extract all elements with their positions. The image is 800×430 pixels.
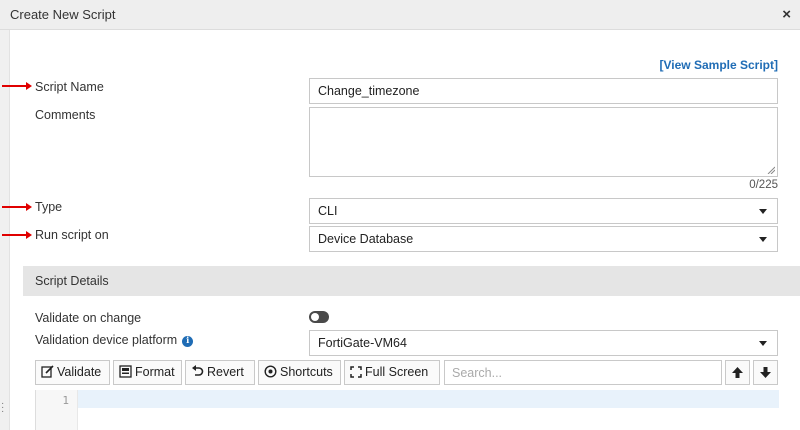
comments-char-counter: 0/225 <box>749 179 778 191</box>
toggle-knob <box>311 313 319 321</box>
dialog-title: Create New Script <box>10 7 116 22</box>
undo-icon <box>192 365 204 376</box>
validation-platform-label: Validation device platform <box>35 333 178 347</box>
script-name-label: Script Name <box>35 80 104 94</box>
shortcuts-button[interactable]: Shortcuts <box>258 360 341 385</box>
close-icon[interactable]: × <box>782 6 791 23</box>
info-icon[interactable]: i <box>182 336 194 347</box>
shortcuts-button-label: Shortcuts <box>280 365 333 379</box>
validate-on-change-label: Validate on change <box>35 311 142 325</box>
search-next-button[interactable] <box>753 360 778 385</box>
validate-button[interactable]: Validate <box>35 360 110 385</box>
view-sample-script-link[interactable]: [View Sample Script] <box>660 58 778 72</box>
fullscreen-icon <box>350 366 362 378</box>
resize-gutter: · · · <box>0 30 10 430</box>
run-script-on-select[interactable]: Device Database <box>309 226 778 252</box>
shortcuts-icon <box>264 365 277 378</box>
run-script-on-selected-value: Device Database <box>318 232 414 246</box>
red-arrow-icon <box>2 231 32 239</box>
line-number-gutter: 1 <box>36 390 78 430</box>
type-select[interactable]: CLI <box>309 198 778 224</box>
type-selected-value: CLI <box>318 204 338 218</box>
run-script-on-label: Run script on <box>35 228 109 242</box>
chevron-down-icon <box>759 209 767 214</box>
validate-button-label: Validate <box>57 365 102 379</box>
validation-platform-selected-value: FortiGate-VM64 <box>318 336 407 350</box>
revert-button[interactable]: Revert <box>185 360 255 385</box>
red-arrow-icon <box>2 82 32 90</box>
red-arrow-icon <box>2 203 32 211</box>
format-button-label: Format <box>135 365 175 379</box>
full-screen-button[interactable]: Full Screen <box>344 360 440 385</box>
chevron-down-icon <box>759 237 767 242</box>
script-editor[interactable]: 1 <box>35 390 779 430</box>
chevron-down-icon <box>759 341 767 346</box>
edit-check-icon <box>41 365 54 378</box>
validate-on-change-toggle[interactable] <box>309 311 329 323</box>
validation-platform-label-wrap: Validation device platform i <box>35 333 194 347</box>
full-screen-button-label: Full Screen <box>365 365 429 379</box>
format-icon <box>119 365 132 378</box>
validation-platform-select[interactable]: FortiGate-VM64 <box>309 330 778 356</box>
resize-handle-icon[interactable] <box>767 166 775 174</box>
script-details-header: Script Details <box>23 266 800 296</box>
dialog-titlebar: Create New Script × <box>0 0 800 30</box>
revert-button-label: Revert <box>207 365 244 379</box>
comments-label: Comments <box>35 108 96 122</box>
arrow-down-icon <box>760 367 771 378</box>
type-label: Type <box>35 200 63 214</box>
active-line[interactable] <box>78 390 779 408</box>
arrow-up-icon <box>732 367 743 378</box>
line-number: 1 <box>62 394 69 407</box>
script-name-input[interactable]: Change_timezone <box>309 78 778 104</box>
drag-grip-icon[interactable]: · · · <box>1 399 4 417</box>
comments-textarea[interactable] <box>309 107 778 177</box>
search-previous-button[interactable] <box>725 360 750 385</box>
search-input[interactable] <box>444 360 722 385</box>
format-button[interactable]: Format <box>113 360 182 385</box>
